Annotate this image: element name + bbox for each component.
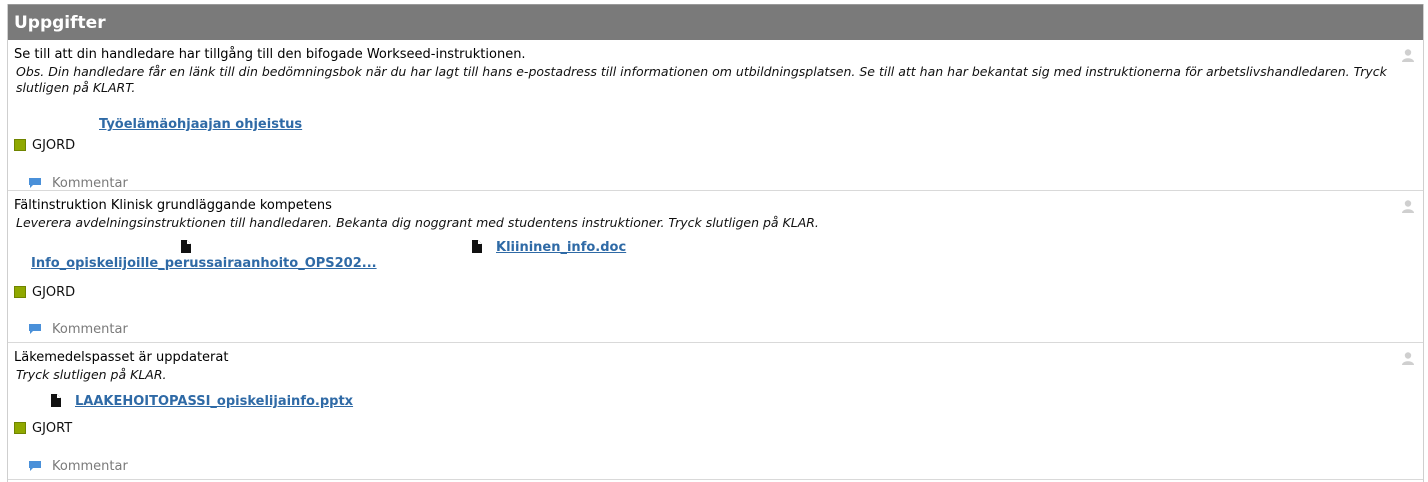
panel-header: Uppgifter <box>8 4 1423 40</box>
task-title: Se till att din handledare har tillgång … <box>14 47 526 62</box>
file-icon <box>181 240 191 253</box>
comment-button[interactable]: Kommentar <box>28 455 1417 477</box>
comment-icon <box>29 178 41 188</box>
status-label: GJORD <box>32 137 76 153</box>
status-square-icon <box>14 422 26 434</box>
person-icon[interactable] <box>1401 351 1415 365</box>
status-label: GJORT <box>32 420 73 436</box>
person-icon[interactable] <box>1401 199 1415 213</box>
person-icon[interactable] <box>1401 48 1415 62</box>
task-status: GJORD <box>14 283 1417 301</box>
attachment-link[interactable]: LAAKEHOITOPASSI_opiskelijainfo.pptx <box>75 394 353 409</box>
comment-label: Kommentar <box>52 175 128 191</box>
comment-icon <box>29 461 41 471</box>
file-icon <box>51 394 61 407</box>
attachment-link[interactable]: Info_opiskelijoille_perussairaanhoito_OP… <box>31 256 377 271</box>
comment-label: Kommentar <box>52 458 128 474</box>
task-description: Obs. Din handledare får en länk till din… <box>16 64 1387 95</box>
status-label: GJORD <box>32 284 76 300</box>
status-square-icon <box>14 286 26 298</box>
comment-icon <box>29 324 41 334</box>
status-square-icon <box>14 139 26 151</box>
attachment-link[interactable]: Kliininen_info.doc <box>496 240 626 255</box>
panel-title: Uppgifter <box>14 12 106 33</box>
task-status: GJORT <box>14 419 1417 437</box>
file-icon <box>472 240 482 253</box>
task-item: Läkemedelspasset är uppdaterat Tryck slu… <box>8 343 1423 480</box>
attachment-link[interactable]: Työelämäohjaajan ohjeistus <box>99 117 302 132</box>
task-title: Fältinstruktion Klinisk grundläggande ko… <box>14 198 332 213</box>
task-item: Se till att din handledare har tillgång … <box>8 40 1423 191</box>
task-item: Fältinstruktion Klinisk grundläggande ko… <box>8 191 1423 343</box>
task-description: Tryck slutligen på KLAR. <box>16 367 167 382</box>
tasks-panel: Uppgifter Se till att din handledare har… <box>7 4 1424 482</box>
comment-button[interactable]: Kommentar <box>28 318 1417 340</box>
task-status: GJORD <box>14 136 1417 154</box>
task-description: Leverera avdelningsinstruktionen till ha… <box>16 215 819 230</box>
task-title: Läkemedelspasset är uppdaterat <box>14 350 229 365</box>
comment-label: Kommentar <box>52 321 128 337</box>
